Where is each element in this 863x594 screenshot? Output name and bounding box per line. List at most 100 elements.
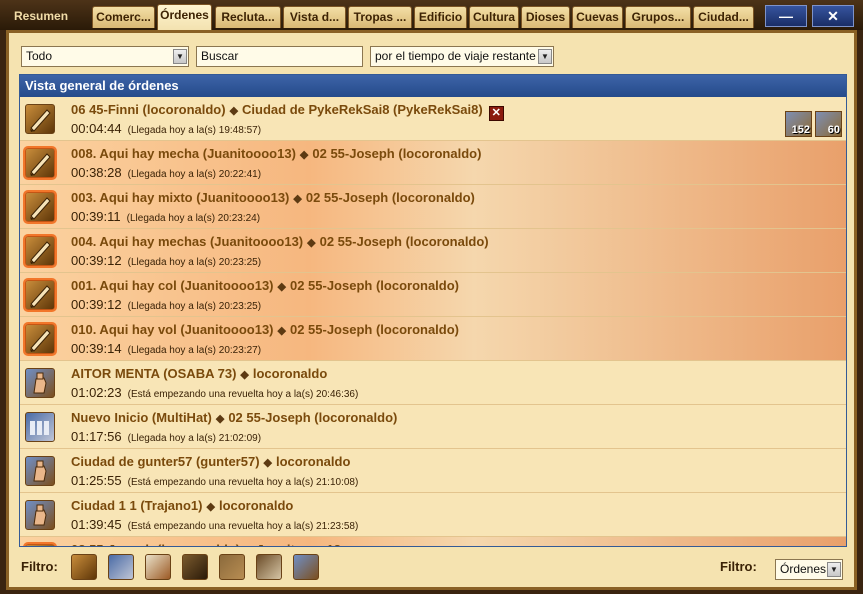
target-town-link[interactable]: Juanitoooo13: [257, 542, 342, 546]
conquest-filter-icon[interactable]: [219, 554, 245, 580]
tab-dioses[interactable]: Dioses: [521, 6, 570, 28]
chevron-down-icon: ▼: [538, 49, 552, 64]
target-town-link[interactable]: 02 55-Joseph (locoronaldo): [290, 322, 459, 337]
origin-town-link[interactable]: Ciudad de gunter57 (gunter57): [71, 454, 260, 469]
revolt-filter-icon[interactable]: [293, 554, 319, 580]
order-row[interactable]: 010. Aqui hay vol (Juanitoooo13) ◆ 02 55-J…: [20, 317, 846, 361]
arrival-note: (Llegada hoy a la(s) 20:23:24): [126, 213, 261, 224]
countdown: 00:04:44: [71, 121, 122, 136]
arrow-icon: ◆: [299, 149, 309, 161]
order-title: 008. Aqui hay mecha (Juanitoooo13) ◆ 02 55…: [71, 146, 481, 161]
target-town-link[interactable]: locoronaldo: [219, 498, 293, 513]
attack-filter-icon[interactable]: [71, 554, 97, 580]
tab-reclutamiento[interactable]: Recluta...: [215, 6, 281, 28]
attack-icon[interactable]: [25, 104, 55, 134]
attack-icon[interactable]: [25, 148, 55, 178]
countdown: 01:17:56: [71, 429, 122, 444]
target-town-link[interactable]: 02 55-Joseph (locoronaldo): [320, 234, 489, 249]
type-filter-value: Todo: [26, 49, 53, 63]
origin-town-link[interactable]: 004. Aqui hay mechas (Juanitoooo13): [71, 234, 303, 249]
origin-town-link[interactable]: Ciudad 1 1 (Trajano1): [71, 498, 202, 513]
attack-icon[interactable]: [25, 324, 55, 354]
minimize-button[interactable]: —: [765, 5, 807, 27]
cancel-order-button[interactable]: ✕: [488, 106, 504, 121]
attack-icon[interactable]: [25, 192, 55, 222]
return-filter-icon[interactable]: [256, 554, 282, 580]
order-row[interactable]: Ciudad 1 1 (Trajano1) ◆ locoronaldo 01:39:4…: [20, 493, 846, 537]
filter2-label: Filtro:: [720, 559, 757, 574]
attack-icon[interactable]: [25, 280, 55, 310]
revolt-icon[interactable]: [25, 500, 55, 530]
tab-resumen[interactable]: Resumen: [0, 6, 88, 28]
target-town-link[interactable]: 02 55-Joseph (locoronaldo): [306, 190, 475, 205]
order-row[interactable]: 004. Aqui hay mechas (Juanitoooo13) ◆ 02 5…: [20, 229, 846, 273]
tab-ordenes[interactable]: Órdenes: [157, 4, 212, 30]
order-row[interactable]: Nuevo Inicio (MultiHat) ◆ 02 55-Joseph (lo…: [20, 405, 846, 449]
ship-filter-icon[interactable]: [145, 554, 171, 580]
order-row[interactable]: 02 55-Joseph (locoronaldo) ◆ Juanitoooo13: [20, 537, 846, 546]
target-town-link[interactable]: 02 55-Joseph (locoronaldo): [228, 410, 397, 425]
arrival-note: (Llegada hoy a la(s) 20:23:27): [127, 345, 262, 356]
order-time: 01:17:56 (Llegada hoy a la(s) 21:02:09): [71, 429, 261, 444]
countdown: 01:25:55: [71, 473, 122, 488]
origin-town-link[interactable]: 06 45-Finni (locoronaldo): [71, 102, 226, 117]
order-title: 004. Aqui hay mechas (Juanitoooo13) ◆ 02 5…: [71, 234, 489, 249]
filter-label: Filtro:: [21, 559, 58, 574]
arrow-icon: ◆: [215, 413, 225, 425]
support-icon[interactable]: [25, 412, 55, 442]
target-town-link[interactable]: locoronaldo: [276, 454, 350, 469]
sort-select[interactable]: por el tiempo de viaje restante ▼: [370, 46, 554, 67]
close-button[interactable]: ✕: [812, 5, 854, 27]
tab-cultura[interactable]: Cultura: [469, 6, 519, 28]
arrival-note: (Llegada hoy a la(s) 20:23:25): [127, 301, 262, 312]
filter2-value: Órdenes: [780, 562, 827, 576]
target-town-link[interactable]: 02 55-Joseph (locoronaldo): [312, 146, 481, 161]
order-row[interactable]: AITOR MENTA (OSABA 73) ◆ locoronaldo 01:02:…: [20, 361, 846, 405]
countdown: 01:02:23: [71, 385, 122, 400]
order-title: Ciudad de gunter57 (gunter57) ◆ locoronald…: [71, 454, 350, 469]
attack-icon[interactable]: [25, 236, 55, 266]
order-time: 01:39:45 (Está empezando una revuelta hoy…: [71, 517, 358, 532]
tab-comercio[interactable]: Comerc...: [92, 6, 155, 28]
type-filter-select[interactable]: Todo ▼: [21, 46, 189, 67]
order-row[interactable]: 06 45-Finni (locoronaldo) ◆ Ciudad de Pyke…: [20, 97, 846, 141]
target-town-link[interactable]: 02 55-Joseph (locoronaldo): [290, 278, 459, 293]
tab-cuevas[interactable]: Cuevas: [572, 6, 623, 28]
chevron-down-icon: ▼: [173, 49, 187, 64]
order-row[interactable]: 008. Aqui hay mecha (Juanitoooo13) ◆ 02 55…: [20, 141, 846, 185]
chevron-down-icon: ▼: [827, 562, 841, 577]
tab-grupos[interactable]: Grupos...: [625, 6, 691, 28]
order-time: 00:38:28 (Llegada hoy a la(s) 20:22:41): [71, 165, 261, 180]
origin-town-link[interactable]: 008. Aqui hay mecha (Juanitoooo13): [71, 146, 296, 161]
order-row[interactable]: 003. Aqui hay mixto (Juanitoooo13) ◆ 02 55…: [20, 185, 846, 229]
origin-town-link[interactable]: AITOR MENTA (OSABA 73): [71, 366, 236, 381]
tab-edificio[interactable]: Edificio: [414, 6, 467, 28]
origin-town-link[interactable]: 003. Aqui hay mixto (Juanitoooo13): [71, 190, 289, 205]
filter2-select[interactable]: Órdenes ▼: [775, 559, 843, 580]
tab-ciudades[interactable]: Ciudad...: [693, 6, 754, 28]
orders-list[interactable]: 06 45-Finni (locoronaldo) ◆ Ciudad de Pyke…: [20, 97, 846, 546]
tab-bar: Resumen Comerc... Órdenes Recluta... Vis…: [0, 0, 863, 30]
order-title: Nuevo Inicio (MultiHat) ◆ 02 55-Joseph (lo…: [71, 410, 397, 425]
target-town-link[interactable]: Ciudad de PykeRekSai8 (PykeRekSai8): [242, 102, 483, 117]
order-row[interactable]: Ciudad de gunter57 (gunter57) ◆ locoronald…: [20, 449, 846, 493]
origin-town-link[interactable]: 02 55-Joseph (locoronaldo): [71, 542, 240, 546]
revolt-icon[interactable]: [25, 368, 55, 398]
origin-town-link[interactable]: 010. Aqui hay vol (Juanitoooo13): [71, 322, 274, 337]
tab-vista[interactable]: Vista d...: [283, 6, 346, 28]
arrival-note: (Llegada hoy a la(s) 20:22:41): [127, 169, 262, 180]
filter-bar: Filtro: Filtro: Órdenes ▼: [19, 550, 847, 586]
arrow-icon: ◆: [263, 457, 272, 469]
order-row[interactable]: 001. Aqui hay col (Juanitoooo13) ◆ 02 55-J…: [20, 273, 846, 317]
target-town-link[interactable]: locoronaldo: [253, 366, 327, 381]
spy-filter-icon[interactable]: [182, 554, 208, 580]
attack-icon[interactable]: [25, 544, 55, 546]
support-filter-icon[interactable]: [108, 554, 134, 580]
search-input[interactable]: Buscar: [196, 46, 363, 67]
origin-town-link[interactable]: Nuevo Inicio (MultiHat): [71, 410, 212, 425]
order-title: 06 45-Finni (locoronaldo) ◆ Ciudad de Pyke…: [71, 102, 504, 121]
revolt-icon[interactable]: [25, 456, 55, 486]
origin-town-link[interactable]: 001. Aqui hay col (Juanitoooo13): [71, 278, 274, 293]
countdown: 00:38:28: [71, 165, 122, 180]
tab-tropas[interactable]: Tropas ...: [348, 6, 412, 28]
